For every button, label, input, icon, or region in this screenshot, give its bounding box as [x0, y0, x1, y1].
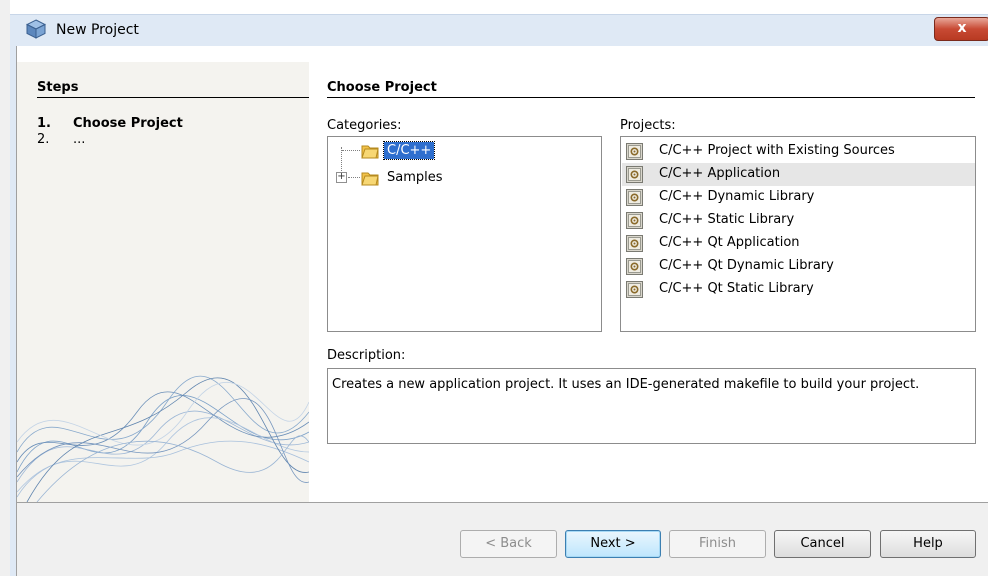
project-list-item[interactable]: C/C++ Static Library	[622, 209, 975, 232]
back-button[interactable]: < Back	[460, 530, 557, 558]
folder-icon	[361, 145, 379, 159]
project-label: C/C++ Application	[659, 166, 781, 181]
project-label: C/C++ Qt Dynamic Library	[659, 258, 834, 273]
tree-connector	[348, 177, 360, 178]
project-list-item[interactable]: C/C++ Application	[622, 163, 975, 186]
close-icon: x	[957, 20, 967, 36]
project-gear-icon	[626, 235, 643, 252]
categories-label: Categories:	[327, 118, 402, 133]
project-gear-icon	[626, 143, 643, 160]
project-label: C/C++ Static Library	[659, 212, 795, 227]
project-list-item[interactable]: C/C++ Qt Static Library	[622, 278, 975, 301]
project-list-item[interactable]: C/C++ Project with Existing Sources	[622, 140, 975, 163]
tree-item-label: Samples	[387, 170, 443, 185]
step-item: 1. Choose Project	[37, 116, 183, 131]
steps-panel: Steps 1. Choose Project 2....	[17, 62, 309, 502]
projects-label: Projects:	[620, 118, 676, 133]
project-list-item[interactable]: C/C++ Qt Application	[622, 232, 975, 255]
page-title: Choose Project	[327, 80, 437, 95]
tree-connector	[342, 150, 360, 151]
project-gear-icon	[626, 189, 643, 206]
step-label: Choose Project	[73, 116, 183, 131]
netbeans-cube-icon	[26, 19, 46, 39]
window-title: New Project	[56, 22, 139, 38]
project-label: C/C++ Project with Existing Sources	[659, 143, 895, 158]
project-gear-icon	[626, 166, 643, 183]
finish-button[interactable]: Finish	[669, 530, 766, 558]
title-bar[interactable]: New Project x	[10, 14, 988, 46]
tree-item-label: C/C++	[382, 141, 436, 160]
step-number: 1.	[37, 116, 51, 131]
project-label: C/C++ Qt Static Library	[659, 281, 814, 296]
help-button[interactable]: Help	[880, 530, 976, 558]
project-gear-icon	[626, 258, 643, 275]
wave-decoration-image	[17, 375, 309, 502]
description-text: Creates a new application project. It us…	[327, 368, 976, 444]
close-button[interactable]: x	[934, 17, 988, 41]
project-gear-icon	[626, 212, 643, 229]
main-panel: Choose Project Categories: Projects: C/C…	[309, 62, 988, 502]
projects-list[interactable]: C/C++ Project with Existing Sources C/C++…	[620, 136, 976, 332]
tree-item-cpp[interactable]: C/C++	[328, 141, 601, 161]
project-list-item[interactable]: C/C++ Qt Dynamic Library	[622, 255, 975, 278]
project-gear-icon	[626, 281, 643, 298]
steps-heading: Steps	[37, 80, 79, 95]
step-item: 2....	[37, 132, 85, 147]
heading-divider	[327, 97, 975, 98]
tree-item-samples[interactable]: + Samples	[328, 168, 601, 188]
project-label: C/C++ Qt Application	[659, 235, 800, 250]
cancel-button[interactable]: Cancel	[774, 530, 871, 558]
project-label: C/C++ Dynamic Library	[659, 189, 815, 204]
new-project-dialog: New Project x Steps 1. Choose Project 2..…	[0, 0, 988, 576]
step-number: 2.	[37, 132, 50, 147]
project-list-item[interactable]: C/C++ Dynamic Library	[622, 186, 975, 209]
next-button[interactable]: Next >	[565, 530, 661, 558]
step-label: ...	[73, 132, 86, 147]
window-frame-left	[0, 0, 10, 576]
steps-divider	[37, 97, 309, 98]
categories-tree[interactable]: C/C++ + Samples	[327, 136, 602, 332]
description-label: Description:	[327, 348, 406, 363]
folder-icon	[361, 172, 379, 186]
expand-plus-icon[interactable]: +	[336, 172, 347, 183]
